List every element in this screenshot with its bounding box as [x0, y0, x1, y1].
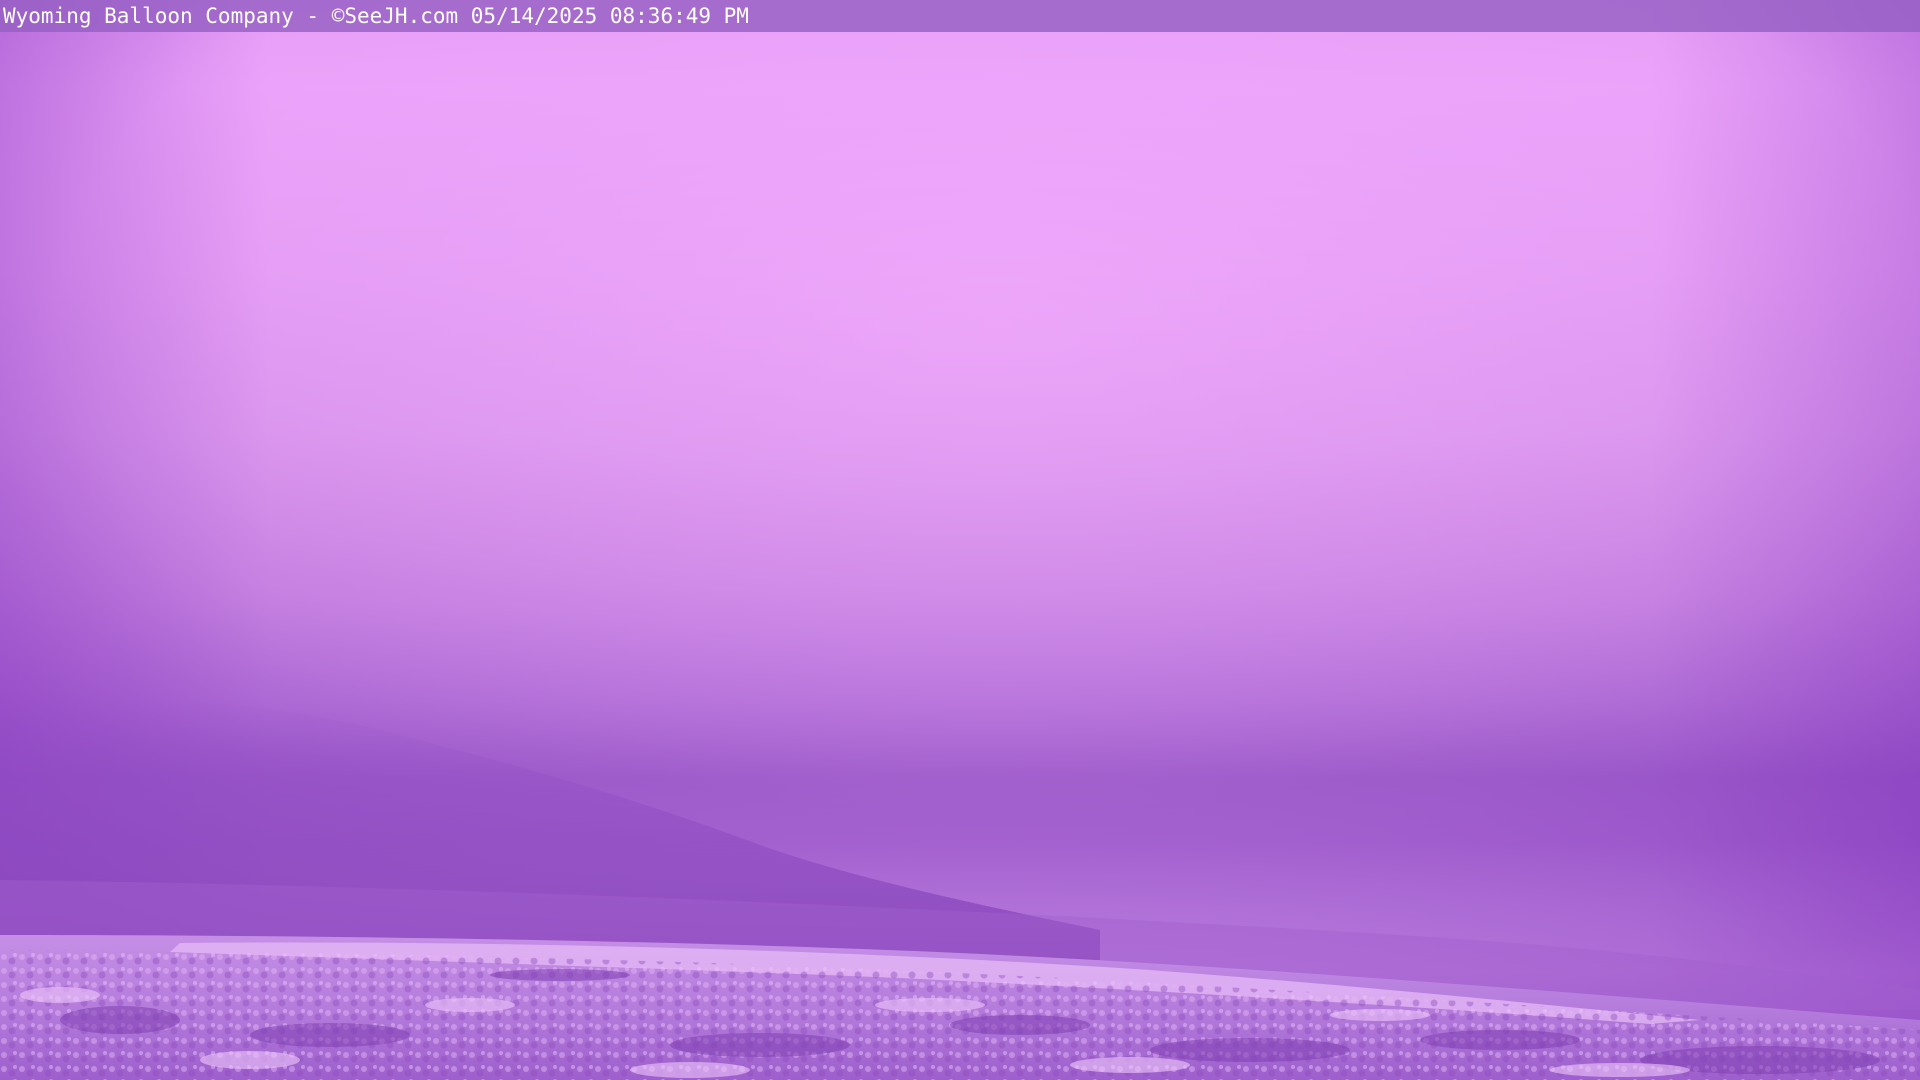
camera-caption: Wyoming Balloon Company - ©SeeJH.com 05/…	[3, 4, 749, 28]
timestamp-bar: Wyoming Balloon Company - ©SeeJH.com 05/…	[0, 0, 1920, 32]
webcam-frame: Wyoming Balloon Company - ©SeeJH.com 05/…	[0, 0, 1920, 1080]
landscape-scene	[0, 698, 1920, 1080]
